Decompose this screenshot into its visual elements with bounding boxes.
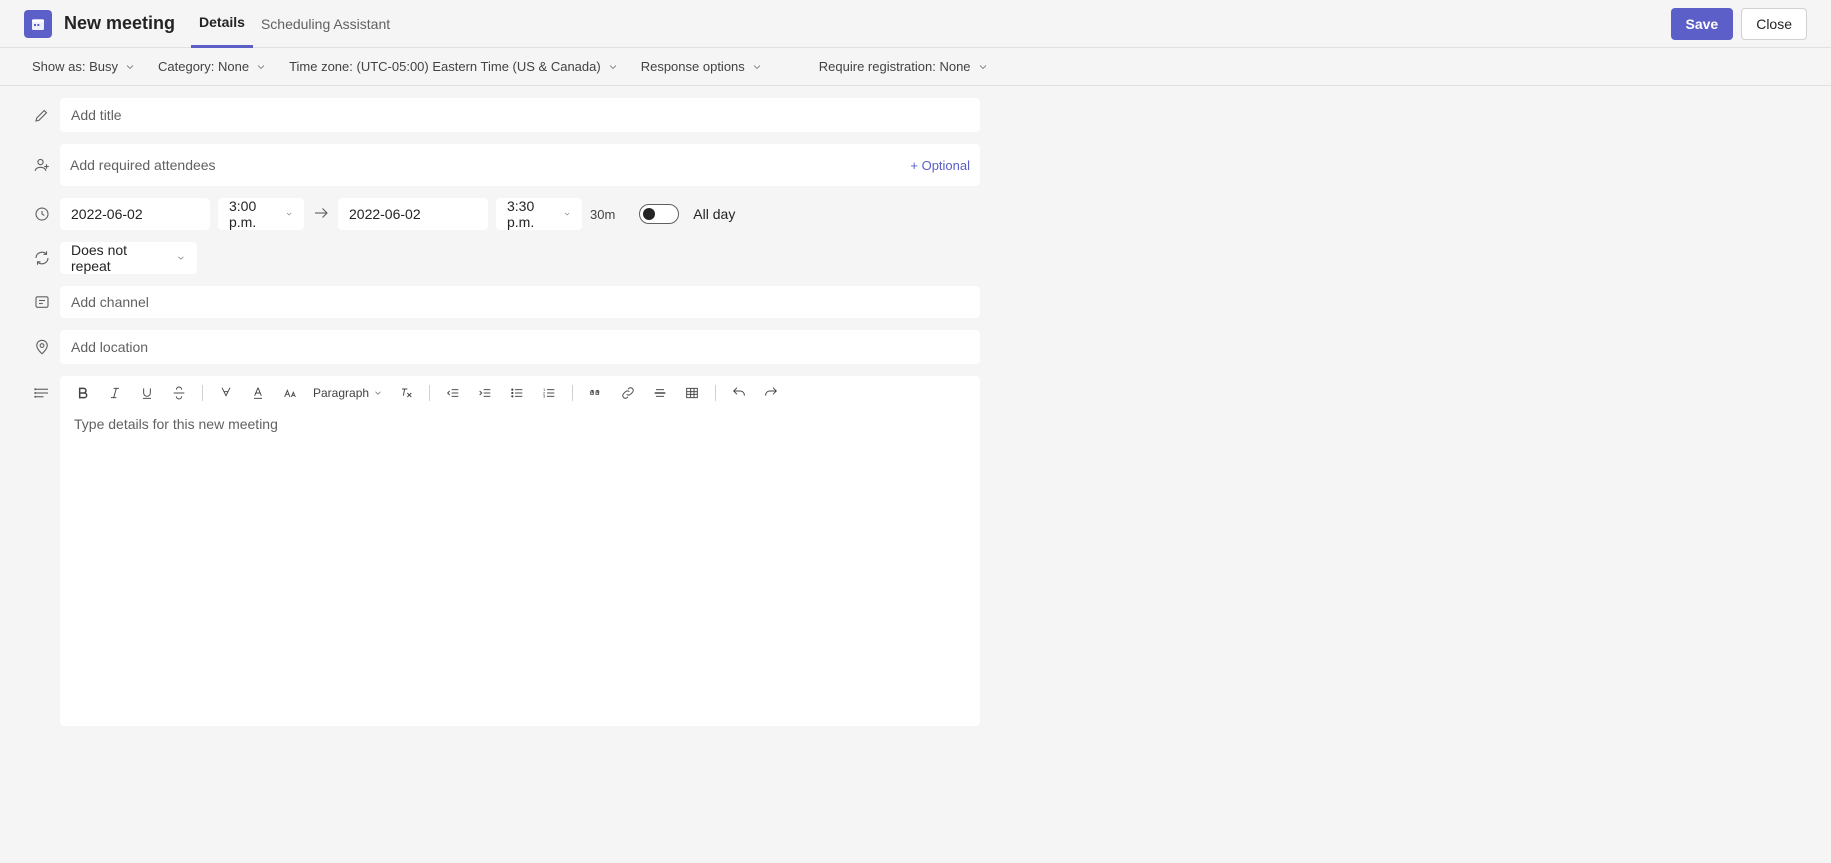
attendees-row: + Optional: [24, 144, 1807, 186]
font-size-button[interactable]: [281, 384, 299, 402]
chevron-down-icon: [285, 209, 293, 219]
chevron-down-icon: [563, 209, 571, 219]
clear-formatting-button[interactable]: [397, 384, 415, 402]
chevron-down-icon: [255, 61, 267, 73]
redo-button[interactable]: [762, 384, 780, 402]
svg-text:3: 3: [543, 394, 546, 399]
description-icon: [24, 384, 60, 402]
timezone-label: Time zone: (UTC-05:00) Eastern Time (US …: [289, 59, 601, 74]
quote-button[interactable]: [587, 384, 605, 402]
all-day-toggle[interactable]: [639, 204, 679, 224]
chevron-down-icon: [751, 61, 763, 73]
add-optional-button[interactable]: + Optional: [910, 158, 970, 173]
paragraph-style-select[interactable]: Paragraph: [313, 386, 383, 400]
response-options-label: Response options: [641, 59, 745, 74]
arrow-right-icon: [312, 204, 330, 225]
clock-icon: [24, 205, 60, 223]
location-row: [24, 330, 1807, 364]
title-input[interactable]: [60, 98, 980, 132]
location-input[interactable]: [60, 330, 980, 364]
strikethrough-button[interactable]: [170, 384, 188, 402]
start-time-value: 3:00 p.m.: [229, 198, 277, 230]
category-dropdown[interactable]: Category: None: [158, 59, 267, 74]
channel-row: [24, 286, 1807, 318]
numbered-list-button[interactable]: 123: [540, 384, 558, 402]
chevron-down-icon: [124, 61, 136, 73]
end-time-select[interactable]: 3:30 p.m.: [496, 198, 582, 230]
start-date-input[interactable]: 2022-06-02: [60, 198, 210, 230]
link-button[interactable]: [619, 384, 637, 402]
tab-scheduling-assistant[interactable]: Scheduling Assistant: [253, 0, 398, 48]
paragraph-style-label: Paragraph: [313, 386, 369, 400]
description-editor[interactable]: Type details for this new meeting: [60, 410, 980, 690]
chevron-down-icon: [373, 388, 383, 398]
bold-button[interactable]: [74, 384, 92, 402]
description-row: Paragraph 123 Type details for this new …: [24, 376, 1807, 726]
title-row: [24, 98, 1807, 132]
toolbar-separator: [572, 385, 573, 401]
chevron-down-icon: [977, 61, 989, 73]
highlight-button[interactable]: [217, 384, 235, 402]
calendar-app-icon: [24, 10, 52, 38]
page-title: New meeting: [64, 13, 175, 34]
options-bar: Show as: Busy Category: None Time zone: …: [0, 48, 1831, 86]
location-icon: [24, 338, 60, 356]
repeat-value: Does not repeat: [71, 242, 168, 274]
save-button[interactable]: Save: [1671, 8, 1734, 40]
timezone-dropdown[interactable]: Time zone: (UTC-05:00) Eastern Time (US …: [289, 59, 619, 74]
registration-label: Require registration: None: [819, 59, 971, 74]
repeat-row: Does not repeat: [24, 242, 1807, 274]
decrease-indent-button[interactable]: [444, 384, 462, 402]
table-button[interactable]: [683, 384, 701, 402]
all-day-label: All day: [693, 206, 735, 222]
font-color-button[interactable]: [249, 384, 267, 402]
rich-text-editor: Paragraph 123 Type details for this new …: [60, 376, 980, 726]
header: New meeting Details Scheduling Assistant…: [0, 0, 1831, 48]
close-button[interactable]: Close: [1741, 8, 1807, 40]
chevron-down-icon: [176, 253, 186, 263]
channel-icon: [24, 293, 60, 311]
tab-details[interactable]: Details: [191, 0, 253, 48]
require-registration-dropdown[interactable]: Require registration: None: [819, 59, 989, 74]
people-add-icon: [24, 156, 60, 174]
duration-label: 30m: [590, 207, 615, 222]
show-as-label: Show as: Busy: [32, 59, 118, 74]
end-date-value: 2022-06-02: [349, 206, 421, 222]
repeat-select[interactable]: Does not repeat: [60, 242, 197, 274]
bullet-list-button[interactable]: [508, 384, 526, 402]
undo-button[interactable]: [730, 384, 748, 402]
toolbar-separator: [202, 385, 203, 401]
end-date-input[interactable]: 2022-06-02: [338, 198, 488, 230]
toolbar-separator: [429, 385, 430, 401]
chevron-down-icon: [607, 61, 619, 73]
end-time-value: 3:30 p.m.: [507, 198, 555, 230]
toolbar-separator: [715, 385, 716, 401]
datetime-row: 2022-06-02 3:00 p.m. 2022-06-02 3:30 p.m…: [24, 198, 1807, 230]
start-time-select[interactable]: 3:00 p.m.: [218, 198, 304, 230]
horizontal-rule-button[interactable]: [651, 384, 669, 402]
meeting-form: + Optional 2022-06-02 3:00 p.m. 2022-06-…: [0, 86, 1831, 750]
edit-icon: [24, 106, 60, 124]
attendees-field: + Optional: [60, 144, 980, 186]
category-label: Category: None: [158, 59, 249, 74]
channel-input[interactable]: [60, 286, 980, 318]
editor-toolbar: Paragraph 123: [60, 376, 980, 410]
response-options-dropdown[interactable]: Response options: [641, 59, 763, 74]
italic-button[interactable]: [106, 384, 124, 402]
repeat-icon: [24, 249, 60, 267]
increase-indent-button[interactable]: [476, 384, 494, 402]
start-date-value: 2022-06-02: [71, 206, 143, 222]
show-as-dropdown[interactable]: Show as: Busy: [32, 59, 136, 74]
underline-button[interactable]: [138, 384, 156, 402]
attendees-input[interactable]: [70, 144, 910, 186]
